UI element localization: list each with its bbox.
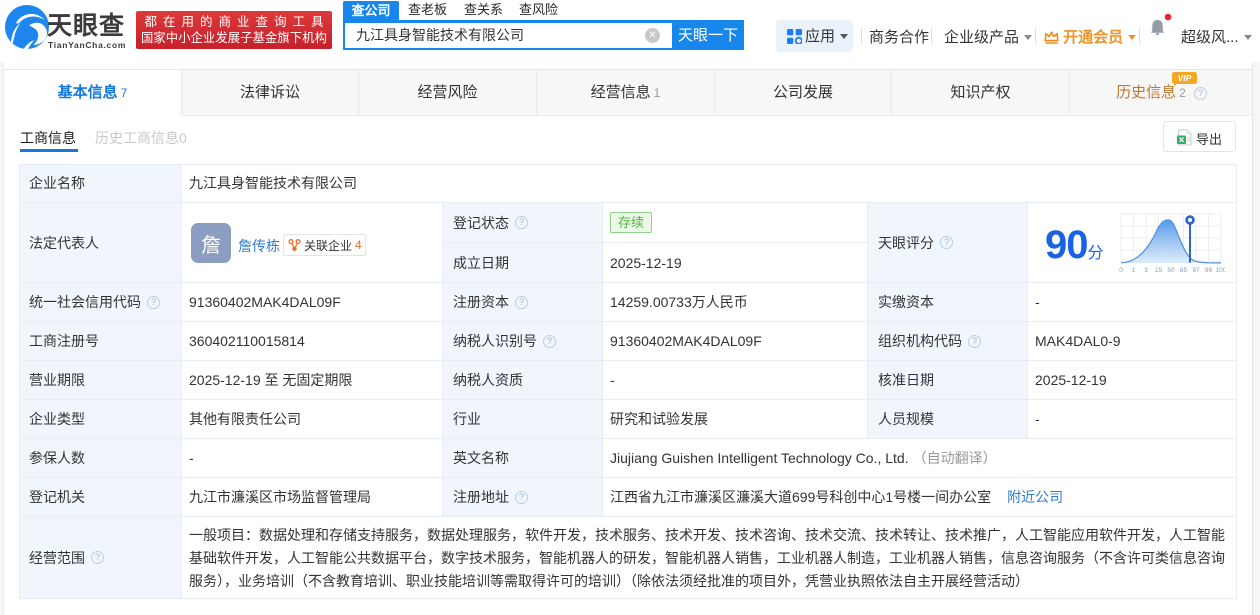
svg-text:1: 1 [1132, 267, 1136, 274]
svg-text:15: 15 [1155, 267, 1163, 274]
svg-text:0: 0 [1119, 267, 1123, 274]
svg-text:97: 97 [1192, 267, 1200, 274]
svg-text:3: 3 [1144, 267, 1148, 274]
svg-text:85: 85 [1180, 267, 1188, 274]
svg-text:50: 50 [1167, 267, 1175, 274]
svg-text:100: 100 [1216, 267, 1225, 274]
svg-text:99: 99 [1205, 267, 1213, 274]
